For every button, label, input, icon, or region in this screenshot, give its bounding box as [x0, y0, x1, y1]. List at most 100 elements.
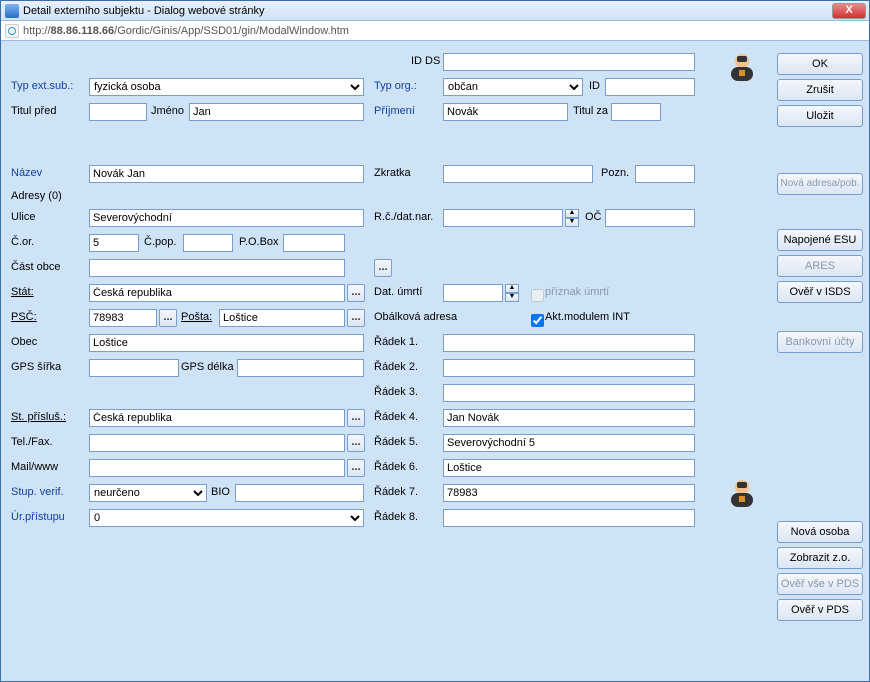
cast-obce-field[interactable] — [89, 259, 345, 277]
ur-pristupu-select[interactable]: 0 — [89, 509, 364, 527]
label-psc[interactable]: PSČ: — [11, 311, 37, 323]
id-ds-field[interactable] — [443, 53, 695, 71]
typ-org-select[interactable]: občan — [443, 78, 583, 96]
cpop-field[interactable] — [183, 234, 233, 252]
label-pozn: Pozn. — [601, 167, 629, 179]
cast-obce-lookup-button[interactable]: ... — [374, 259, 392, 277]
label-st-prislus[interactable]: St. přísluš.: — [11, 411, 66, 423]
label-id: ID — [589, 80, 600, 92]
over-pds-button[interactable]: Ověř v PDS — [777, 599, 863, 621]
ares-button[interactable]: ARES — [777, 255, 863, 277]
label-bio: BIO — [211, 486, 230, 498]
posta-lookup-button[interactable]: ... — [347, 309, 365, 327]
rc-field[interactable] — [443, 209, 563, 227]
label-obalkova: Obálková adresa — [374, 311, 457, 323]
close-button[interactable]: X — [832, 3, 866, 19]
label-tel: Tel./Fax. — [11, 436, 53, 448]
stat-field[interactable] — [89, 284, 345, 302]
gps-sirka-field[interactable] — [89, 359, 179, 377]
cor-field[interactable] — [89, 234, 139, 252]
titul-za-field[interactable] — [611, 103, 661, 121]
label-stat[interactable]: Stát: — [11, 286, 34, 298]
pobox-field[interactable] — [283, 234, 345, 252]
window-title: Detail externího subjektu - Dialog webov… — [23, 5, 265, 17]
stup-verif-select[interactable]: neurčeno — [89, 484, 207, 502]
rc-spinner[interactable]: ▲▼ — [565, 209, 579, 227]
label-oc: OČ — [585, 211, 602, 223]
sidebar-buttons: OK Zrušit Uložit Nová adresa/pob. Napoje… — [777, 53, 863, 621]
zobrazit-zo-button[interactable]: Zobrazit z.o. — [777, 547, 863, 569]
napojene-esu-button[interactable]: Napojené ESU — [777, 229, 863, 251]
label-akt-modul: Akt.modulem INT — [545, 311, 630, 323]
radek7-field[interactable] — [443, 484, 695, 502]
label-radek7: Řádek 7. — [374, 486, 418, 498]
radek2-field[interactable] — [443, 359, 695, 377]
over-vse-pds-button[interactable]: Ověř vše v PDS — [777, 573, 863, 595]
label-pobox: P.O.Box — [239, 236, 279, 248]
stat-lookup-button[interactable]: ... — [347, 284, 365, 302]
nazev-field[interactable] — [89, 165, 364, 183]
label-gps-delka: GPS délka — [181, 361, 234, 373]
mail-lookup-button[interactable]: ... — [347, 459, 365, 477]
save-button[interactable]: Uložit — [777, 105, 863, 127]
ie-icon — [5, 4, 19, 18]
typ-ext-sub-select[interactable]: fyzická osoba — [89, 78, 364, 96]
jmeno-field[interactable] — [189, 103, 364, 121]
bankovni-ucty-button[interactable]: Bankovní účty — [777, 331, 863, 353]
ulice-field[interactable] — [89, 209, 364, 227]
prijmeni-field[interactable] — [443, 103, 568, 121]
form-main: ID DS Typ ext.sub.: fyzická osoba Typ or… — [11, 53, 771, 534]
radek8-field[interactable] — [443, 509, 695, 527]
url-bar: http://88.86.118.66/Gordic/Ginis/App/SSD… — [1, 21, 869, 41]
label-obec: Obec — [11, 336, 37, 348]
dat-umrti-field[interactable] — [443, 284, 503, 302]
pozn-field[interactable] — [635, 165, 695, 183]
psc-field[interactable] — [89, 309, 157, 327]
new-address-button[interactable]: Nová adresa/pob. — [777, 173, 863, 195]
mail-field[interactable] — [89, 459, 345, 477]
tel-lookup-button[interactable]: ... — [347, 434, 365, 452]
bio-field[interactable] — [235, 484, 364, 502]
gps-delka-field[interactable] — [237, 359, 364, 377]
url-path: /Gordic/Ginis/App/SSD01/gin/ModalWindow.… — [114, 25, 349, 37]
radek5-field[interactable] — [443, 434, 695, 452]
radek3-field[interactable] — [443, 384, 695, 402]
over-isds-button[interactable]: Ověř v ISDS — [777, 281, 863, 303]
st-prislus-lookup-button[interactable]: ... — [347, 409, 365, 427]
label-ur-pristupu: Úr.přístupu — [11, 511, 65, 523]
oc-field[interactable] — [605, 209, 695, 227]
url-host: 88.86.118.66 — [51, 25, 115, 37]
label-nazev: Název — [11, 167, 42, 179]
label-priznak-umrti: příznak úmrtí — [545, 286, 609, 298]
radek4-field[interactable] — [443, 409, 695, 427]
dialog-window: Detail externího subjektu - Dialog webov… — [0, 0, 870, 682]
content-area: ID DS Typ ext.sub.: fyzická osoba Typ or… — [1, 43, 869, 681]
label-cor: Č.or. — [11, 236, 34, 248]
psc-lookup-button[interactable]: ... — [159, 309, 177, 327]
akt-modul-check[interactable] — [531, 314, 544, 327]
radek1-field[interactable] — [443, 334, 695, 352]
label-radek4: Řádek 4. — [374, 411, 418, 423]
cancel-button[interactable]: Zrušit — [777, 79, 863, 101]
label-rc: R.č./dat.nar. — [374, 211, 433, 223]
label-radek5: Řádek 5. — [374, 436, 418, 448]
priznak-umrti-check — [531, 289, 544, 302]
label-gps-sirka: GPS šířka — [11, 361, 61, 373]
posta-field[interactable] — [219, 309, 345, 327]
nova-osoba-button[interactable]: Nová osoba — [777, 521, 863, 543]
id-field[interactable] — [605, 78, 695, 96]
titul-pred-field[interactable] — [89, 103, 147, 121]
label-prijmeni: Příjmení — [374, 105, 415, 117]
tel-field[interactable] — [89, 434, 345, 452]
dat-umrti-spinner[interactable]: ▲▼ — [505, 284, 519, 302]
label-posta[interactable]: Pošta: — [181, 311, 212, 323]
obec-field[interactable] — [89, 334, 364, 352]
radek6-field[interactable] — [443, 459, 695, 477]
label-radek1: Řádek 1. — [374, 336, 418, 348]
zkratka-field[interactable] — [443, 165, 593, 183]
ok-button[interactable]: OK — [777, 53, 863, 75]
st-prislus-field[interactable] — [89, 409, 345, 427]
label-dat-umrti: Dat. úmrtí — [374, 286, 422, 298]
label-typ-ext-sub: Typ ext.sub.: — [11, 80, 73, 92]
label-ulice: Ulice — [11, 211, 35, 223]
